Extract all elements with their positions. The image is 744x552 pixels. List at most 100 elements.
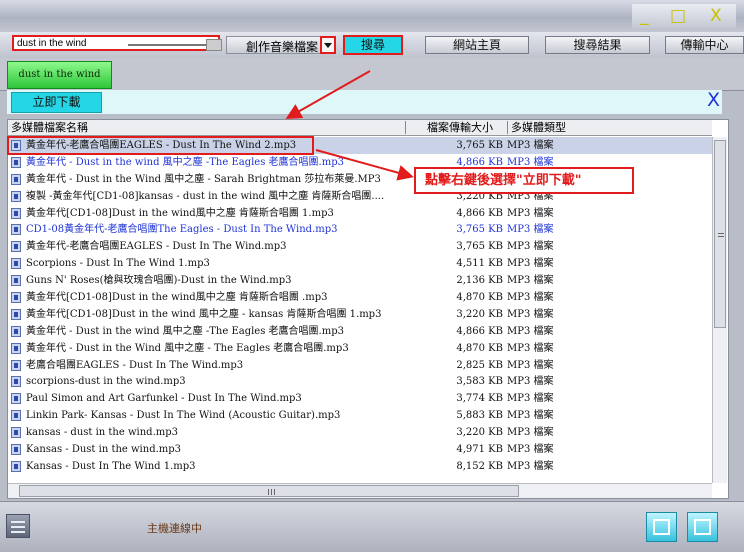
mp3-file-icon	[11, 258, 21, 270]
column-header-size[interactable]: 檔案傳輸大小	[427, 120, 493, 135]
mp3-file-icon	[11, 460, 21, 472]
mp3-file-icon	[11, 359, 21, 371]
table-row[interactable]: Kansas - Dust In The Wind 1.mp3 8,152 KB M…	[8, 458, 712, 475]
mp3-file-icon	[11, 156, 21, 168]
restore-panel-icon[interactable]	[687, 512, 718, 542]
table-row[interactable]: 黃金年代 - Dust in the wind 風中之塵 -The Eagles…	[8, 323, 712, 340]
file-name: Linkin Park- Kansas - Dust In The Wind (…	[26, 410, 341, 422]
file-type: MP3 檔案	[507, 140, 554, 151]
table-row[interactable]: 黃金年代[CD1-08]Dust in the wind風中之塵 肯薩斯合唱團 …	[8, 205, 712, 222]
table-row[interactable]: scorpions-dust in the wind.mp3 3,583 KB MP…	[8, 373, 712, 390]
window-controls: _ □ X	[632, 4, 736, 28]
transfer-center-button[interactable]: 傳輸中心	[665, 36, 744, 54]
file-type: MP3 檔案	[507, 393, 554, 405]
table-row[interactable]: Kansas - Dust in the wind.mp3 4,971 KB MP3…	[8, 441, 712, 458]
file-type: MP3 檔案	[507, 292, 554, 304]
mp3-file-icon	[11, 308, 21, 320]
horizontal-scroll-thumb[interactable]	[19, 485, 519, 497]
tab-outline	[7, 61, 113, 90]
table-row[interactable]: CD1-08黃金年代-老鷹合唱團The Eagles - Dust In The…	[8, 221, 712, 238]
file-size: 3,765 KB	[456, 224, 503, 236]
search-input-value: dust in the wind	[17, 38, 87, 49]
file-size: 4,870 KB	[456, 342, 503, 354]
close-tab-icon[interactable]: X	[707, 89, 720, 111]
file-size: 4,870 KB	[456, 292, 503, 304]
file-name: CD1-08黃金年代-老鷹合唱團The Eagles - Dust In The…	[26, 224, 338, 236]
file-name: 黃金年代[CD1-08]Dust in the wind 風中之塵 - kans…	[26, 308, 382, 320]
search-input[interactable]: dust in the wind	[12, 35, 220, 51]
mp3-file-icon	[11, 224, 21, 236]
file-size: 3,765 KB	[456, 140, 503, 151]
file-name: kansas - dust in the wind.mp3	[26, 427, 178, 439]
file-type: MP3 檔案	[507, 460, 554, 472]
file-name: 黃金年代-老鷹合唱團EAGLES - Dust In The Wind.mp3	[26, 241, 287, 253]
column-divider[interactable]	[405, 121, 406, 134]
close-window-button[interactable]: X	[710, 6, 722, 26]
mp3-file-icon	[11, 393, 21, 405]
horizontal-scrollbar[interactable]	[8, 483, 712, 498]
file-name: 黃金年代 - Dust in the Wind 風中之塵 - The Eagle…	[26, 342, 349, 354]
file-name: 黃金年代 - Dust in the Wind 風中之塵 - Sarah Bri…	[26, 173, 381, 185]
table-row[interactable]: 黃金年代[CD1-08]Dust in the wind 風中之塵 - kans…	[8, 306, 712, 323]
table-row[interactable]: 黃金年代 - Dust in the Wind 風中之塵 - The Eagle…	[8, 340, 712, 357]
download-bar	[7, 90, 722, 114]
table-row[interactable]: Guns N' Roses(槍與玫瑰合唱團)-Dust in the Wind.…	[8, 272, 712, 289]
home-page-button[interactable]: 網站主頁	[425, 36, 529, 54]
file-type: MP3 檔案	[507, 241, 554, 253]
file-size: 4,971 KB	[456, 444, 503, 456]
table-row[interactable]: Scorpions - Dust In The Wind 1.mp3 4,511 …	[8, 255, 712, 272]
file-name: 黃金年代 - Dust in the wind 風中之塵 -The Eagles…	[26, 325, 344, 337]
menu-icon[interactable]	[6, 514, 30, 538]
file-name: Guns N' Roses(槍與玫瑰合唱團)-Dust in the Wind.…	[26, 275, 292, 287]
file-name: 複製 -黃金年代[CD1-08]kansas - dust in the win…	[26, 190, 385, 202]
file-type: MP3 檔案	[507, 325, 554, 337]
column-header-type[interactable]: 多媒體類型	[511, 120, 566, 135]
mp3-file-icon	[11, 275, 21, 287]
maximize-button[interactable]: □	[670, 6, 686, 26]
file-name: 黃金年代 - Dust in the wind 風中之塵 -The Eagles…	[26, 156, 344, 168]
file-type: MP3 檔案	[507, 275, 554, 287]
file-type: MP3 檔案	[507, 224, 554, 236]
maximize-panel-icon[interactable]	[646, 512, 677, 542]
file-name: Kansas - Dust In The Wind 1.mp3	[26, 460, 196, 472]
file-name: 黃金年代[CD1-08]Dust in the wind風中之塵 肯薩斯合唱團 …	[26, 207, 334, 219]
mp3-file-icon	[11, 325, 21, 337]
file-size: 8,152 KB	[456, 460, 503, 472]
search-slider-handle[interactable]	[206, 39, 222, 51]
file-type: MP3 檔案	[507, 258, 554, 270]
table-row[interactable]: 黃金年代-老鷹合唱團EAGLES - Dust In The Wind.mp3 3…	[8, 238, 712, 255]
file-name: Scorpions - Dust In The Wind 1.mp3	[26, 258, 210, 270]
minimize-button[interactable]: _	[640, 6, 649, 26]
mp3-file-icon	[11, 173, 21, 185]
file-type: MP3 檔案	[507, 359, 554, 371]
download-now-button[interactable]: 立即下載	[11, 92, 102, 113]
table-row[interactable]: 黃金年代[CD1-08]Dust in the wind風中之塵 肯薩斯合唱團 …	[8, 289, 712, 306]
mp3-file-icon	[11, 207, 21, 219]
search-results-button[interactable]: 搜尋結果	[545, 36, 650, 54]
table-row[interactable]: kansas - dust in the wind.mp3 3,220 KB MP3…	[8, 424, 712, 441]
table-row[interactable]: Paul Simon and Art Garfunkel - Dust In T…	[8, 390, 712, 407]
file-type: MP3 檔案	[507, 376, 554, 388]
category-dropdown-button[interactable]	[320, 36, 336, 54]
table-row[interactable]: Linkin Park- Kansas - Dust In The Wind (…	[8, 407, 712, 424]
file-size: 4,511 KB	[456, 258, 503, 270]
column-header-name[interactable]: 多媒體檔案名稱	[11, 120, 88, 135]
search-button[interactable]: 搜尋	[343, 35, 403, 55]
file-type: MP3 檔案	[507, 207, 554, 219]
table-row[interactable]: 老鷹合唱團EAGLES - Dust In The Wind.mp3 2,825 …	[8, 357, 712, 374]
vertical-scroll-thumb[interactable]	[714, 140, 726, 328]
file-name: Kansas - Dust in the wind.mp3	[26, 444, 182, 456]
highlight-selected-row	[7, 136, 314, 155]
file-size: 3,220 KB	[456, 427, 503, 439]
file-name: 老鷹合唱團EAGLES - Dust In The Wind.mp3	[26, 359, 244, 371]
vertical-scrollbar[interactable]	[712, 137, 727, 483]
file-type: MP3 檔案	[507, 410, 554, 422]
mp3-file-icon	[11, 342, 21, 354]
file-size: 2,825 KB	[456, 359, 503, 371]
mp3-file-icon	[11, 376, 21, 388]
file-size: 2,136 KB	[456, 275, 503, 287]
mp3-file-icon	[11, 444, 21, 456]
mp3-file-icon	[11, 292, 21, 304]
column-divider[interactable]	[507, 121, 508, 134]
column-header: 多媒體檔案名稱 檔案傳輸大小 多媒體類型	[8, 120, 712, 136]
